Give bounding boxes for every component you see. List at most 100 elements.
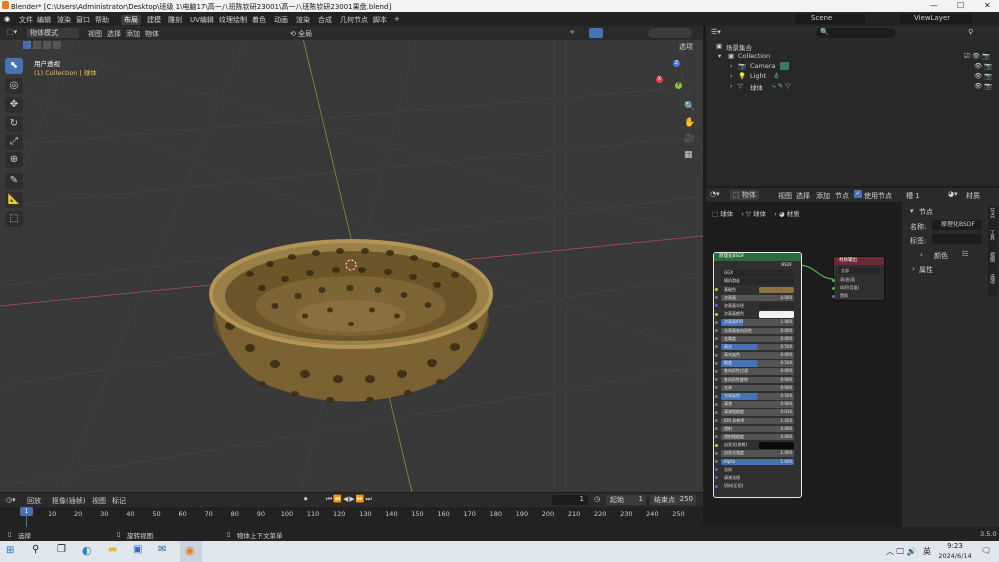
- measure-tool[interactable]: 📐: [5, 192, 23, 208]
- sidebar-tab-tool[interactable]: 工具: [989, 230, 996, 240]
- input-socket-icon[interactable]: [715, 329, 718, 332]
- notification-icon[interactable]: 🗨: [981, 546, 991, 555]
- input-socket-icon[interactable]: [715, 288, 718, 292]
- node-label-field[interactable]: [932, 234, 982, 244]
- zoom-icon[interactable]: 🔍: [684, 102, 695, 112]
- input-socket-icon[interactable]: [715, 476, 718, 480]
- distribution-dropdown[interactable]: GGX: [717, 269, 798, 277]
- bsdf-input-row[interactable]: 自发光强度 1.000: [715, 449, 798, 457]
- timeline-menu-view[interactable]: 视图: [92, 496, 106, 506]
- bsdf-input-row[interactable]: 各向异性旋转 0.000: [715, 376, 798, 384]
- transform-tool[interactable]: ⊕: [5, 152, 23, 168]
- input-value-field[interactable]: [759, 442, 794, 449]
- add-cube-tool[interactable]: ⬚: [5, 211, 23, 227]
- viewport-menu-object[interactable]: 物体: [145, 29, 159, 39]
- input-socket-icon[interactable]: [715, 337, 718, 341]
- input-socket-icon[interactable]: [715, 353, 718, 357]
- outliner-row-collection[interactable]: ▾ ▣ Collection ☑ 👁 📷: [706, 52, 996, 62]
- current-frame-field[interactable]: 1: [552, 495, 588, 505]
- tab-texture-paint[interactable]: 纹理绘制: [219, 15, 247, 25]
- slot-selector[interactable]: 槽 1: [906, 191, 920, 201]
- select-new-icon[interactable]: [23, 41, 31, 49]
- select-subtract-icon[interactable]: [43, 41, 51, 49]
- timeline-menu-marker[interactable]: 标记: [112, 496, 126, 506]
- bsdf-input-row[interactable]: 基础色: [715, 286, 798, 294]
- gizmo-y-axis[interactable]: Y: [675, 82, 682, 89]
- gizmo-button[interactable]: [589, 28, 603, 38]
- transform-orientation[interactable]: ⟲ 全局: [290, 29, 312, 39]
- tab-modeling[interactable]: 建模: [147, 15, 161, 25]
- editor-type-icon[interactable]: ⬚▾: [7, 28, 17, 36]
- bsdf-input-row[interactable]: 次表面 0.000: [715, 294, 798, 302]
- select-mode-buttons[interactable]: [23, 40, 71, 50]
- playhead[interactable]: 1: [20, 507, 33, 516]
- bsdf-input-row[interactable]: 光泽染色 0.500: [715, 392, 798, 400]
- input-socket-icon[interactable]: [715, 435, 718, 439]
- input-socket-icon[interactable]: [715, 402, 718, 406]
- menu-edit[interactable]: 编辑: [37, 15, 51, 25]
- menu-render[interactable]: 渲染: [57, 15, 71, 25]
- bsdf-input-row[interactable]: IOR 折射率 1.450: [715, 417, 798, 425]
- select-box-tool[interactable]: ⬉: [5, 58, 23, 74]
- gizmo-toggle-icon[interactable]: ⟡: [570, 28, 575, 37]
- sidebar-tab-options[interactable]: 选项: [989, 274, 996, 284]
- output-target-dropdown[interactable]: 全部: [838, 267, 880, 274]
- sidebar-tab-view[interactable]: 视图: [989, 252, 996, 262]
- input-socket-icon[interactable]: [715, 443, 718, 447]
- visibility-eye-icon[interactable]: 👁 📷: [974, 62, 992, 70]
- outliner-row-light[interactable]: › 💡 Light ♁ 👁 📷: [706, 72, 996, 82]
- outliner-row-scene-collection[interactable]: ▣ 场景集合: [706, 42, 996, 52]
- bsdf-input-row[interactable]: 次表面半径: [715, 302, 798, 310]
- input-socket-icon[interactable]: [715, 468, 718, 472]
- clock-time[interactable]: 9:23: [938, 542, 972, 550]
- input-socket-icon[interactable]: [715, 386, 718, 390]
- checkbox-icon[interactable]: ☑ 👁 📷: [964, 52, 990, 60]
- viewport-3d[interactable]: ⬚▾ 物体模式 视图 选择 添加 物体 ⟲ 全局 ⟡ 选项 用户透视 (1) C…: [0, 26, 703, 492]
- bsdf-input-row[interactable]: 清漆 0.000: [715, 400, 798, 408]
- input-socket-icon[interactable]: [715, 345, 718, 349]
- viewport-menu-select[interactable]: 选择: [107, 29, 121, 39]
- bsdf-input-row[interactable]: 次表面颜色: [715, 310, 798, 318]
- input-socket-icon[interactable]: [715, 320, 718, 324]
- bsdf-input-row[interactable]: Alpha 1.000: [715, 458, 798, 466]
- input-socket-icon[interactable]: [715, 394, 718, 398]
- timeline-menu-playback[interactable]: 回放: [27, 496, 41, 506]
- pan-hand-icon[interactable]: ✋: [684, 118, 695, 128]
- properties-section-arrow-icon[interactable]: ›: [912, 265, 915, 273]
- menu-file[interactable]: 文件: [19, 15, 33, 25]
- input-value-field[interactable]: [759, 286, 794, 294]
- output-surface-socket[interactable]: 表(曲)面: [832, 276, 884, 284]
- menu-help[interactable]: 帮助: [95, 15, 109, 25]
- visibility-eye-icon[interactable]: 👁 📷: [974, 72, 992, 80]
- move-tool[interactable]: ✥: [5, 97, 23, 113]
- node-name-field[interactable]: 原理化BSDF: [932, 220, 982, 230]
- annotate-tool[interactable]: ✎: [5, 173, 23, 189]
- input-socket-icon[interactable]: [715, 484, 718, 488]
- outliner-row-camera[interactable]: › 📷 Camera 👁 📷: [706, 62, 996, 72]
- gizmo-z-axis[interactable]: Z: [673, 60, 680, 67]
- tab-compositing[interactable]: 合成: [318, 15, 332, 25]
- outliner-row-sphere[interactable]: › ▽ 球体 ⤷ ✎ ▽ 👁 📷: [706, 82, 996, 92]
- visibility-eye-icon[interactable]: 👁 📷: [974, 82, 992, 90]
- bsdf-input-row[interactable]: 光泽 0.000: [715, 384, 798, 392]
- playback-controls[interactable]: ⏮⏪◀▶⏩⏭: [326, 495, 373, 504]
- input-language[interactable]: 英: [923, 546, 931, 557]
- bsdf-input-row[interactable]: 金属度 0.000: [715, 335, 798, 343]
- input-socket-icon[interactable]: [715, 451, 718, 455]
- input-socket-icon[interactable]: [715, 312, 718, 316]
- input-socket-icon[interactable]: [715, 419, 718, 423]
- maximize-button[interactable]: ☐: [957, 1, 964, 10]
- outliner-search-input[interactable]: 🔍: [816, 28, 896, 38]
- node-section-arrow-icon[interactable]: ▾: [910, 207, 914, 215]
- tab-scripting[interactable]: 脚本: [373, 15, 387, 25]
- bsdf-input-row[interactable]: 清漆粗糙度 0.030: [715, 408, 798, 416]
- bsdf-input-row[interactable]: 高光染色 0.000: [715, 351, 798, 359]
- record-button[interactable]: ⏺: [304, 495, 308, 504]
- expand-arrow-icon[interactable]: ›: [730, 82, 733, 90]
- outliner-type-icon[interactable]: ☰▾: [711, 28, 721, 36]
- minimize-button[interactable]: —: [930, 1, 938, 10]
- store-icon[interactable]: ▣: [133, 544, 142, 555]
- tab-uv-editing[interactable]: UV编辑: [190, 15, 214, 25]
- gizmo-x-axis[interactable]: X: [656, 76, 663, 83]
- start-frame-field[interactable]: 起始 1: [606, 495, 646, 505]
